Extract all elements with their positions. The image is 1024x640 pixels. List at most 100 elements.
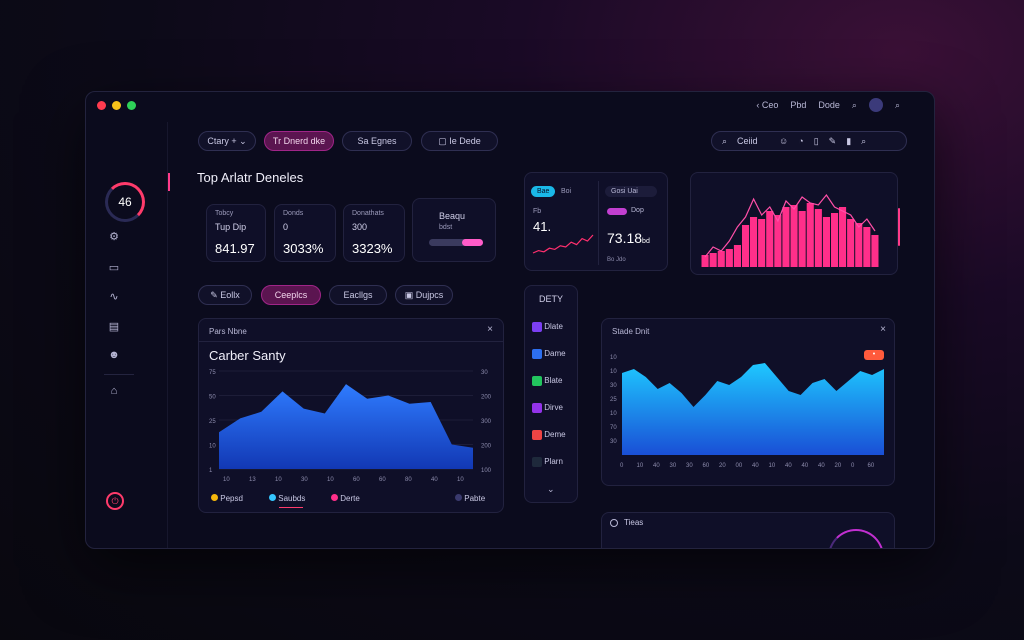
inbox-icon[interactable]: ▤ (107, 320, 121, 334)
list-item[interactable]: Dlate (532, 322, 563, 332)
bar (758, 219, 766, 267)
list-item-label: Dame (544, 349, 566, 359)
mini-stat-card[interactable]: Bae Boi Fb 41. Gosi Uai Dop 73.18bd Bo J… (524, 172, 668, 271)
close-dot[interactable] (97, 101, 106, 110)
title-accent (168, 173, 170, 191)
x-tick-label: 40 (431, 477, 438, 483)
settings-icon[interactable]: ⚙ (107, 230, 121, 244)
search-icon[interactable]: ⌕ (852, 100, 857, 111)
bar (733, 245, 741, 267)
card-header: Pars Nbne (209, 327, 247, 336)
list-item[interactable]: Dame (532, 349, 566, 359)
legend-item-2[interactable]: Saubds (269, 494, 305, 503)
stat-label: Donathats (352, 210, 384, 217)
search-icon-small[interactable]: ⌕ (861, 136, 866, 147)
score-ring: 46 (105, 182, 145, 222)
bar (790, 205, 798, 267)
bar-chart (701, 193, 879, 267)
stat-label: Donds (283, 210, 304, 217)
bar (831, 213, 839, 267)
avatar[interactable] (868, 98, 883, 112)
stat-sub: Tup Dip (215, 222, 247, 232)
chart-icon[interactable]: ∿ (107, 290, 121, 304)
app-icon (532, 430, 542, 440)
x-tick-label: 20 (719, 463, 726, 469)
legend-item-1[interactable]: Pepsd (211, 494, 243, 503)
legend-item-4[interactable]: Pabte (455, 494, 485, 503)
scroll-accent[interactable] (898, 208, 900, 246)
home-icon[interactable]: ⌂ (107, 385, 121, 399)
progress-card[interactable]: Beaqu bdst (412, 198, 496, 262)
file-icon[interactable]: ▮ (846, 136, 851, 147)
filter-engines-label: Sa Egnes (357, 136, 397, 146)
bar (871, 235, 879, 267)
x-tick-label: 60 (868, 463, 875, 469)
emoji-icon[interactable]: ☺ (779, 136, 788, 146)
tab-edit[interactable]: ✎ Eollx (198, 285, 252, 305)
filter-trend[interactable]: Tr Dnerd dke (264, 131, 334, 151)
close-icon[interactable]: × (880, 324, 886, 335)
list-item[interactable]: Deme (532, 430, 566, 440)
power-icon[interactable]: ⏻ (106, 492, 124, 510)
progress-title: Beaqu (439, 211, 466, 221)
bar (814, 209, 822, 267)
minimize-dot[interactable] (112, 101, 121, 110)
x-tick-label: 80 (405, 477, 412, 483)
mini-line-chart (532, 234, 594, 254)
tab-groups[interactable]: ▣ Dujpcs (395, 285, 453, 305)
bar (717, 251, 725, 267)
bar (774, 215, 782, 267)
search-bar[interactable]: ⌕ Ceiid ☺ ◔ ▯ ✎ ▮ ⌕ (711, 131, 907, 151)
mini-tab-1[interactable]: Bae (531, 186, 556, 197)
list-item[interactable]: Plarn (532, 457, 563, 467)
tab-exchanges[interactable]: Eacllgs (329, 285, 387, 305)
right-chart-card[interactable]: Stade Dnit × • 10 10 30 25 10 70 30 0 10 40 30 30 60… (601, 318, 895, 486)
filter-engines[interactable]: Sa Egnes (342, 131, 412, 151)
chevron-down-icon: ⌄ (239, 135, 247, 146)
app-icon (532, 376, 542, 386)
bar-chart-card[interactable] (690, 172, 898, 275)
stat-value: 841.97 (215, 241, 255, 256)
mini-tab-2[interactable]: Boi (561, 188, 571, 195)
folder-icon[interactable]: ▭ (107, 261, 121, 275)
list-item[interactable]: Blate (532, 376, 562, 386)
legend-item-3[interactable]: Derte (331, 494, 360, 503)
left-chart-card[interactable]: Pars Nbne × Carber Santy 75 50 25 10 1 30 200 3… (198, 318, 504, 513)
gauge-arc (828, 529, 884, 548)
nav-item-1[interactable]: Pbd (790, 100, 806, 110)
bottom-card[interactable]: Tieas (601, 512, 895, 548)
bar (863, 227, 871, 267)
list-item-label: Dirve (544, 403, 563, 413)
y-tick-label-right: 200 (481, 395, 492, 401)
stat-card-2[interactable]: Donds 0 3033% (274, 204, 336, 262)
mini-tab-3[interactable]: Gosi Uai (605, 186, 657, 197)
stat-card-3[interactable]: Donathats 300 3323% (343, 204, 405, 262)
chevron-down-icon[interactable]: ⌄ (547, 484, 555, 495)
y-tick-label: 50 (209, 395, 216, 401)
back-link[interactable]: ‹ Ceo (756, 100, 778, 110)
maximize-dot[interactable] (127, 101, 136, 110)
list-item[interactable]: Dirve (532, 403, 563, 413)
close-icon[interactable]: × (487, 324, 493, 335)
filter-date[interactable]: ▢ Ie Dede (421, 131, 498, 151)
radio-icon[interactable] (610, 519, 618, 527)
stat-sub: 0 (283, 222, 289, 232)
y-tick-label: 30 (610, 439, 617, 445)
toggle[interactable] (607, 208, 627, 215)
comment-icon[interactable]: ◔ (798, 136, 803, 146)
stat-value: 3033% (283, 241, 324, 256)
stat-card-1[interactable]: Tobcy Tup Dip 841.97 (206, 204, 266, 262)
bar (855, 223, 863, 267)
list-item-label: Plarn (544, 457, 563, 467)
doc-icon[interactable]: ▯ (814, 136, 819, 147)
bar (742, 225, 750, 267)
pen-icon[interactable]: ✎ (829, 136, 837, 147)
tab-campaigns[interactable]: Ceeplcs (261, 285, 321, 305)
users-icon[interactable]: ☻ (107, 349, 121, 363)
x-tick-label: 10 (275, 477, 282, 483)
y-tick-label: 10 (610, 369, 617, 375)
nav-item-2[interactable]: Dode (818, 100, 840, 110)
filter-category[interactable]: Ctary + ⌄ (198, 131, 256, 151)
search-icon-2[interactable]: ⌕ (895, 100, 900, 111)
box-icon: ▣ (404, 289, 414, 300)
